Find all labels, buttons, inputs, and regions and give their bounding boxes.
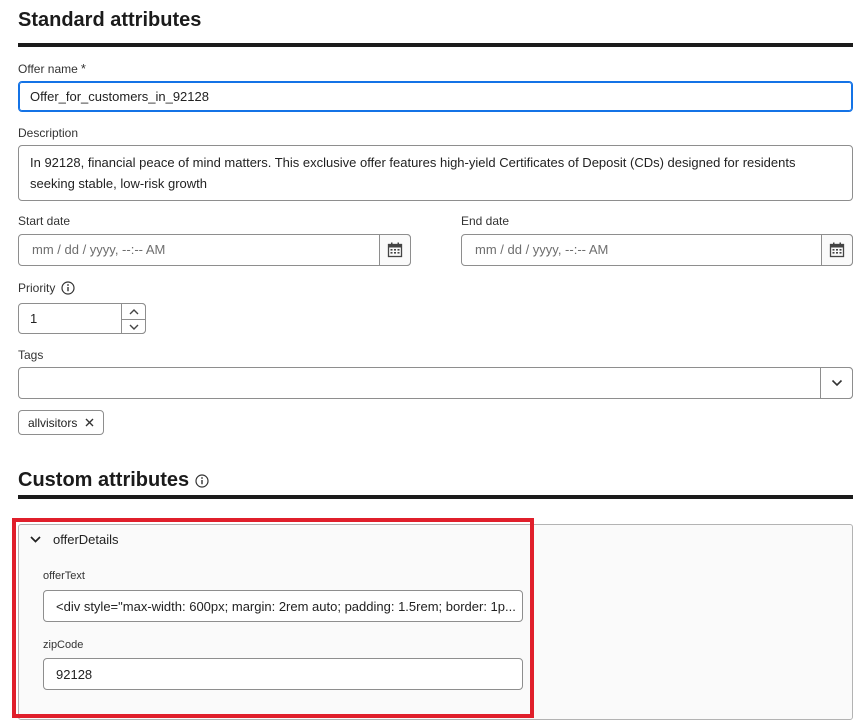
tag-chip-allvisitors: allvisitors — [18, 410, 105, 435]
offer-name-label-text: Offer name — [18, 62, 78, 76]
section-divider — [18, 43, 853, 47]
description-value: In 92128, financial peace of mind matter… — [30, 155, 796, 191]
stepper-buttons — [121, 303, 146, 334]
info-icon[interactable] — [195, 473, 209, 488]
tags-label: Tags — [18, 348, 44, 362]
offer-name-label: Offer name * — [18, 61, 86, 76]
info-icon[interactable] — [61, 281, 75, 295]
priority-stepper[interactable]: 1 — [18, 303, 146, 334]
priority-label-text: Priority — [18, 281, 56, 295]
tag-chip-label: allvisitors — [28, 415, 78, 430]
custom-attributes-title: Custom attributes — [18, 469, 190, 491]
end-date-input[interactable]: mm / dd / yyyy, --:-- AM — [461, 234, 853, 266]
description-textarea[interactable]: In 92128, financial peace of mind matter… — [18, 145, 853, 201]
calendar-icon — [829, 242, 845, 258]
chevron-down-icon — [831, 379, 842, 387]
highlight-box — [12, 518, 534, 718]
offer-name-value: Offer_for_customers_in_92128 — [30, 89, 209, 104]
calendar-icon — [387, 242, 403, 258]
chevron-down-icon — [129, 324, 138, 330]
start-date-input[interactable]: mm / dd / yyyy, --:-- AM — [18, 234, 411, 266]
description-label: Description — [18, 126, 79, 140]
offer-name-input[interactable]: Offer_for_customers_in_92128 — [18, 81, 853, 112]
chevron-up-icon — [129, 308, 138, 314]
end-date-placeholder: mm / dd / yyyy, --:-- AM — [475, 242, 609, 257]
custom-attributes-header: Custom attributes — [18, 469, 209, 492]
standard-attributes-title: Standard attributes — [18, 9, 202, 31]
close-icon[interactable] — [85, 418, 94, 427]
required-asterisk: * — [80, 61, 86, 76]
section-divider — [18, 495, 853, 499]
priority-label: Priority — [18, 281, 75, 295]
end-date-label: End date — [461, 214, 510, 228]
start-date-placeholder: mm / dd / yyyy, --:-- AM — [32, 242, 166, 257]
decrement-button[interactable] — [122, 319, 145, 334]
end-date-calendar-button[interactable] — [821, 234, 853, 266]
start-date-label: Start date — [18, 214, 71, 228]
priority-value: 1 — [30, 311, 38, 326]
start-date-calendar-button[interactable] — [379, 234, 411, 266]
increment-button[interactable] — [122, 304, 145, 319]
tags-combobox[interactable] — [18, 367, 853, 399]
tags-dropdown-button[interactable] — [820, 367, 853, 399]
